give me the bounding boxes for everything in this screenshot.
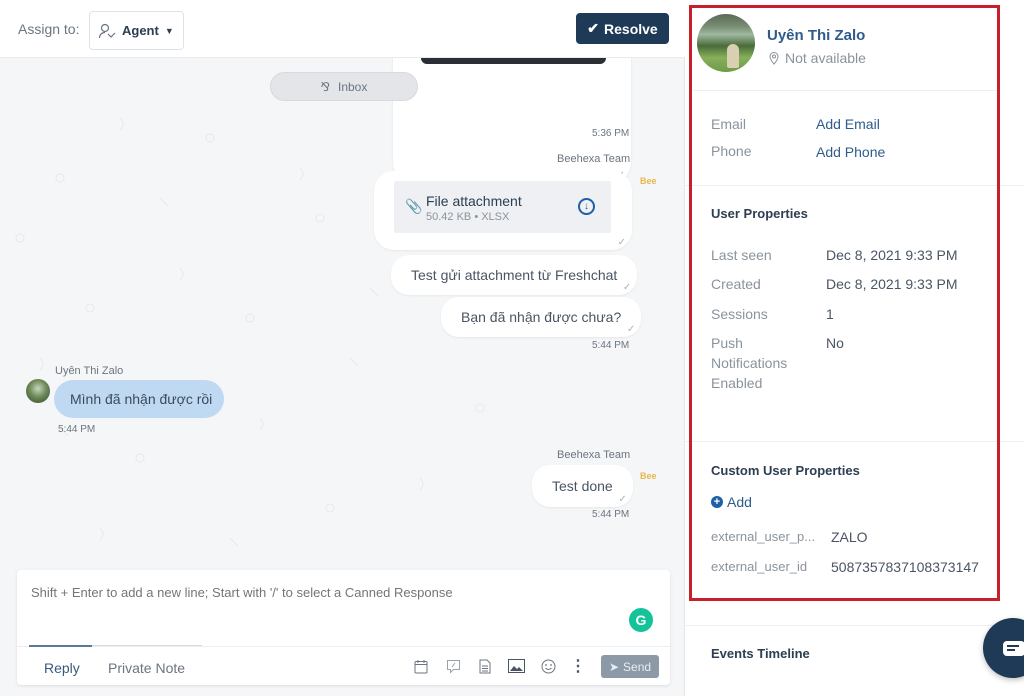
divider bbox=[686, 441, 1024, 442]
chevron-down-icon: ▼ bbox=[164, 25, 174, 36]
message-bubble: Bạn đã nhận được chưa? ✓ bbox=[441, 297, 642, 337]
inbox-icon: ⅋ bbox=[320, 79, 330, 94]
email-label: Email bbox=[711, 116, 747, 132]
tab-reply[interactable]: Reply bbox=[44, 660, 80, 676]
send-button[interactable]: ➤ Send bbox=[601, 655, 659, 678]
conversation-header: Assign to: Agent ▼ ✔ Resolve bbox=[0, 0, 685, 58]
message-text: Test done bbox=[552, 478, 613, 494]
active-tab-indicator bbox=[29, 645, 92, 647]
profile-name[interactable]: Uyên Thi Zalo bbox=[767, 27, 865, 44]
property-value: Dec 8, 2021 9:33 PM bbox=[826, 247, 958, 263]
delivered-check-icon: ✓ bbox=[617, 237, 626, 248]
inbox-pill[interactable]: ⅋ Inbox bbox=[270, 72, 418, 101]
tab-track bbox=[92, 645, 202, 646]
custom-properties-title: Custom User Properties bbox=[711, 463, 860, 478]
message-input[interactable] bbox=[31, 585, 631, 600]
custom-property-value: ZALO bbox=[831, 529, 868, 545]
delivered-check-icon: ✓ bbox=[618, 494, 627, 505]
file-attachment[interactable]: 📎 File attachment 50.42 KB • XLSX ↓ bbox=[394, 181, 611, 233]
phone-label: Phone bbox=[711, 143, 752, 159]
message-time: 5:36 PM bbox=[592, 128, 630, 139]
check-icon: ✔ bbox=[587, 20, 600, 36]
custom-property-label: external_user_id bbox=[711, 559, 808, 574]
more-icon[interactable]: ⋮ bbox=[568, 656, 588, 676]
tab-private-note[interactable]: Private Note bbox=[108, 660, 185, 676]
location-pin-icon bbox=[769, 51, 779, 65]
divider bbox=[693, 90, 998, 91]
chat-icon bbox=[1003, 641, 1024, 656]
divider bbox=[686, 625, 1024, 626]
message-text: Mình đã nhận được rồi bbox=[70, 391, 213, 407]
bot-avatar-icon: Bee bbox=[640, 176, 657, 186]
paperclip-icon: 📎 bbox=[405, 198, 423, 214]
user-avatar bbox=[26, 379, 50, 403]
file-message-bubble: 📎 File attachment 50.42 KB • XLSX ↓ ✓ bbox=[374, 171, 632, 250]
image-preview[interactable] bbox=[421, 58, 606, 64]
add-phone-link[interactable]: Add Phone bbox=[816, 144, 885, 160]
sender-name: Beehexa Team bbox=[557, 153, 631, 165]
plus-circle-icon: + bbox=[711, 496, 723, 508]
assign-label: Assign to: bbox=[18, 21, 80, 37]
assign-agent-dropdown[interactable]: Agent ▼ bbox=[89, 11, 184, 50]
conversation-pane: Assign to: Agent ▼ ✔ Resolve ✓ 5:36 PM ⅋… bbox=[0, 0, 685, 696]
file-meta: 50.42 KB • XLSX bbox=[426, 211, 510, 223]
events-timeline-title[interactable]: Events Timeline bbox=[711, 646, 810, 661]
composer-divider bbox=[17, 646, 670, 647]
message-text: Test gửi attachment từ Freshchat bbox=[411, 267, 618, 283]
add-email-link[interactable]: Add Email bbox=[816, 116, 880, 132]
property-value: No bbox=[826, 335, 844, 351]
sender-name: Uyên Thi Zalo bbox=[55, 365, 124, 377]
bot-avatar-icon: Bee bbox=[640, 471, 657, 481]
message-bubble: Test gửi attachment từ Freshchat ✓ bbox=[391, 255, 638, 295]
send-icon: ➤ bbox=[608, 659, 620, 674]
calendar-icon[interactable] bbox=[411, 656, 431, 676]
message-time: 5:44 PM bbox=[592, 340, 630, 351]
property-label: Created bbox=[711, 276, 761, 292]
property-value: 1 bbox=[826, 306, 834, 322]
property-value: Dec 8, 2021 9:33 PM bbox=[826, 276, 958, 292]
grammarly-icon[interactable]: G bbox=[629, 608, 653, 632]
agent-label: Agent bbox=[122, 23, 159, 38]
send-label: Send bbox=[623, 659, 652, 674]
inbox-label: Inbox bbox=[338, 79, 368, 94]
location-text: Not available bbox=[785, 50, 866, 66]
message-feed[interactable]: ✓ 5:36 PM ⅋ Inbox Beehexa Team Bee 📎 Fil… bbox=[0, 58, 685, 563]
property-label: Push Notifications Enabled bbox=[711, 335, 788, 391]
user-properties-title: User Properties bbox=[711, 206, 808, 221]
emoji-icon[interactable] bbox=[538, 656, 558, 676]
divider bbox=[686, 185, 1024, 186]
article-icon[interactable] bbox=[475, 656, 495, 676]
add-custom-property-button[interactable]: + Add bbox=[711, 494, 752, 510]
delivered-check-icon: ✓ bbox=[622, 282, 632, 293]
reply-composer: G Reply Private Note ⋮ ➤ Send bbox=[17, 570, 670, 685]
sender-name: Beehexa Team bbox=[557, 449, 631, 461]
resolve-label: Resolve bbox=[604, 20, 658, 37]
message-bubble: Test done ✓ bbox=[532, 465, 633, 507]
property-label: Last seen bbox=[711, 247, 772, 263]
profile-avatar bbox=[697, 14, 755, 72]
message-time: 5:44 PM bbox=[592, 509, 630, 520]
file-name: File attachment bbox=[426, 193, 522, 209]
message-text: Bạn đã nhận được chưa? bbox=[461, 309, 622, 325]
agent-icon bbox=[98, 23, 116, 38]
message-time: 5:44 PM bbox=[58, 424, 96, 435]
profile-location: Not available bbox=[769, 50, 866, 66]
add-label: Add bbox=[727, 494, 752, 510]
property-label: Sessions bbox=[711, 306, 768, 322]
download-icon[interactable]: ↓ bbox=[578, 198, 595, 215]
image-icon[interactable] bbox=[506, 656, 526, 676]
delivered-check-icon: ✓ bbox=[626, 324, 636, 335]
custom-property-label: external_user_p... bbox=[711, 529, 816, 544]
resolve-button[interactable]: ✔ Resolve bbox=[576, 13, 669, 44]
canned-response-icon[interactable] bbox=[443, 656, 463, 676]
user-message-bubble: Mình đã nhận được rồi bbox=[54, 380, 224, 418]
custom-property-value: 5087357837108373147 bbox=[831, 559, 979, 575]
